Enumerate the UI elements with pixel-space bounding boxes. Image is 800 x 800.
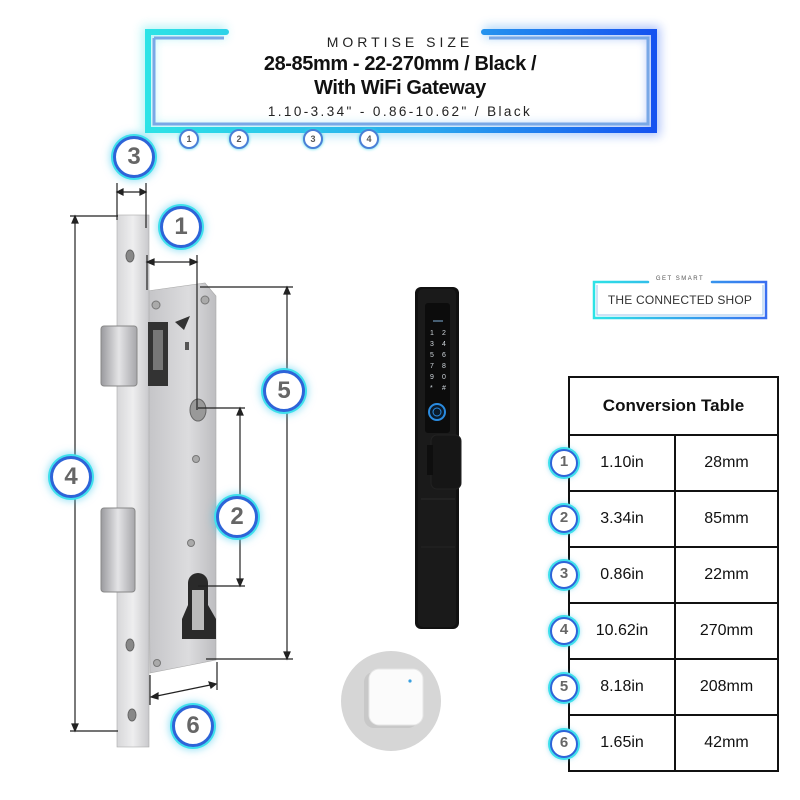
table-row: 8.18in 208mm: [568, 658, 779, 716]
latch-bolt: [100, 322, 168, 387]
screw-hole-icon: [127, 708, 137, 722]
screw-hole-icon: [125, 249, 135, 263]
svg-text:6: 6: [442, 352, 446, 359]
svg-text:2: 2: [442, 330, 446, 337]
logo-tagline: GET SMART: [655, 276, 705, 282]
svg-text:8: 8: [442, 363, 446, 370]
brand-logo: GET SMART THE CONNECTED SHOP: [592, 276, 768, 320]
inches-cell: 10.62in: [568, 602, 676, 660]
svg-text:0: 0: [442, 374, 446, 381]
screw-icon: [151, 300, 161, 310]
screw-icon: [187, 539, 195, 547]
mm-cell: 42mm: [674, 714, 779, 772]
table-row: 3.34in 85mm: [568, 490, 779, 548]
table-header-row: Conversion Table: [568, 376, 779, 436]
table-row: 10.62in 270mm: [568, 602, 779, 660]
wifi-gateway-image: [341, 651, 441, 751]
svg-text:7: 7: [430, 363, 434, 370]
svg-text:#: #: [442, 385, 446, 392]
screw-hole-icon: [125, 638, 135, 652]
svg-text:3: 3: [430, 341, 434, 348]
faceplate: [116, 214, 150, 748]
conversion-table: Conversion Table 1.10in 28mm 3.34in 85mm…: [568, 376, 779, 772]
table-title: Conversion Table: [568, 376, 779, 436]
row-badge-1: 1: [550, 449, 578, 477]
row-badge-2: 2: [550, 505, 578, 533]
inches-cell: 0.86in: [568, 546, 676, 604]
inches-cell: 1.65in: [568, 714, 676, 772]
inches-cell: 1.10in: [568, 434, 676, 492]
table-row: 1.10in 28mm: [568, 434, 779, 492]
status-led-icon: [408, 679, 412, 683]
follower-hole: [189, 398, 207, 422]
svg-text:1: 1: [430, 330, 434, 337]
screw-icon: [153, 659, 161, 667]
mm-cell: 28mm: [674, 434, 779, 492]
logo-name: THE CONNECTED SHOP: [607, 293, 753, 307]
row-badge-5: 5: [550, 674, 578, 702]
inches-cell: 3.34in: [568, 490, 676, 548]
row-badge-6: 6: [550, 730, 578, 758]
svg-text:5: 5: [430, 352, 434, 359]
dimension-badge-1: 1: [160, 206, 202, 248]
svg-text:9: 9: [430, 374, 434, 381]
dimension-badge-5: 5: [263, 370, 305, 412]
dimension-badge-2: 2: [216, 496, 258, 538]
table-row: 1.65in 42mm: [568, 714, 779, 772]
dimension-badge-3: 3: [113, 136, 155, 178]
fingerprint-sensor-icon: [428, 403, 446, 421]
row-badge-4: 4: [550, 617, 578, 645]
svg-text:4: 4: [442, 341, 446, 348]
svg-text:*: *: [430, 385, 433, 392]
mm-cell: 208mm: [674, 658, 779, 716]
dimension-badge-6: 6: [172, 705, 214, 747]
door-handle: [430, 434, 462, 490]
smart-lock-image: 1 2 3 4 5 6 7 8 9 0 * #: [415, 287, 462, 629]
row-badge-3: 3: [550, 561, 578, 589]
deadbolt: [100, 507, 136, 593]
mm-cell: 270mm: [674, 602, 779, 660]
mini-badge-4: 4: [359, 129, 379, 149]
dimension-badge-4: 4: [50, 456, 92, 498]
mm-cell: 85mm: [674, 490, 779, 548]
screw-icon: [200, 295, 210, 305]
mm-cell: 22mm: [674, 546, 779, 604]
screw-icon: [192, 455, 200, 463]
inches-cell: 8.18in: [568, 658, 676, 716]
table-row: 0.86in 22mm: [568, 546, 779, 604]
